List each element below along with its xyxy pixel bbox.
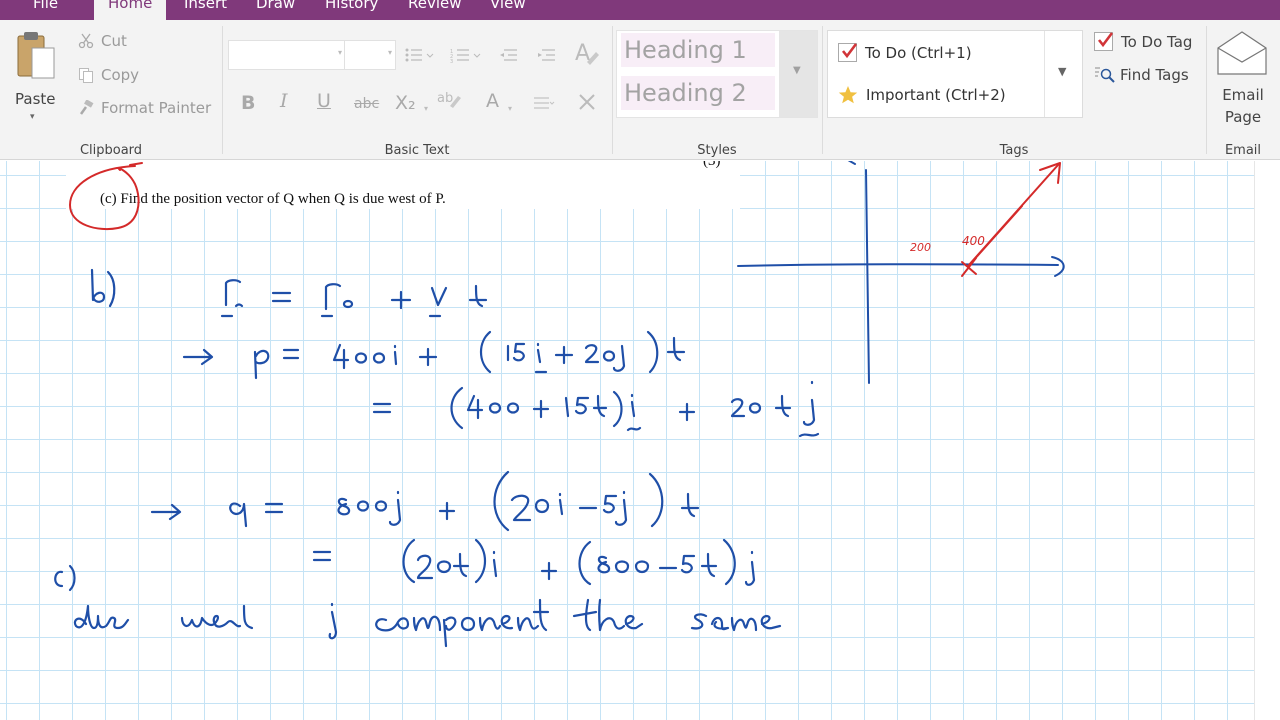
scissors-icon bbox=[77, 32, 95, 50]
checkbox-checked-icon bbox=[1094, 32, 1114, 51]
cut-label: Cut bbox=[101, 32, 127, 50]
email-label-line2: Page bbox=[1224, 108, 1262, 126]
chevron-down-icon: ▼ bbox=[793, 65, 801, 76]
handwritten-ink: 200 400 bbox=[54, 161, 1065, 648]
email-group-label: Email bbox=[1224, 143, 1262, 158]
tag-important[interactable]: Important (Ctrl+2) bbox=[838, 85, 1006, 105]
font-color-button[interactable]: A bbox=[486, 90, 499, 112]
italic-button[interactable]: I bbox=[280, 90, 288, 112]
tags-group: To Do (Ctrl+1) Important (Ctrl+2) ▼ To D… bbox=[822, 20, 1206, 160]
align-icon[interactable] bbox=[533, 95, 555, 111]
blue-handwriting-ink bbox=[54, 268, 820, 648]
graph-label-200: 200 bbox=[910, 241, 931, 254]
clipboard-group: Paste ▾ Cut Copy Format Painter Clipboar… bbox=[0, 20, 222, 160]
page-right-margin bbox=[1254, 161, 1280, 720]
bullets-icon[interactable] bbox=[404, 47, 434, 63]
tab-review[interactable]: Review bbox=[394, 0, 476, 20]
tab-view[interactable]: View bbox=[476, 0, 540, 20]
chevron-down-icon[interactable]: ▾ bbox=[508, 104, 512, 113]
ribbon: Paste ▾ Cut Copy Format Painter Clipboar… bbox=[0, 20, 1280, 160]
clipboard-group-label: Clipboard bbox=[79, 143, 143, 158]
axes-ink bbox=[737, 161, 1065, 384]
basic-text-group-label: Basic Text bbox=[384, 143, 450, 158]
find-tags-label: Find Tags bbox=[1120, 66, 1189, 84]
tag-todo[interactable]: To Do (Ctrl+1) bbox=[838, 43, 972, 62]
close-icon[interactable] bbox=[577, 92, 597, 112]
style-heading-2[interactable]: Heading 2 bbox=[621, 76, 775, 110]
copy-label: Copy bbox=[101, 66, 140, 84]
increase-indent-icon[interactable] bbox=[536, 47, 556, 63]
cut-button[interactable]: Cut bbox=[77, 32, 127, 50]
basic-text-group: ▾ ▾ 123 A B I U abc X₂ ▾ ab A ▾ Basic Te… bbox=[222, 20, 612, 160]
strikethrough-button[interactable]: abc bbox=[354, 96, 379, 112]
email-page-label: Email Page bbox=[1210, 84, 1276, 128]
format-painter-label: Format Painter bbox=[101, 99, 212, 117]
underline-button[interactable]: U bbox=[317, 90, 331, 112]
find-tags-button[interactable]: Find Tags bbox=[1094, 66, 1189, 84]
tags-group-label: Tags bbox=[999, 143, 1029, 158]
decrease-indent-icon[interactable] bbox=[498, 47, 518, 63]
ribbon-tab-bar: File Home Insert Draw History Review Vie… bbox=[0, 0, 1280, 20]
search-icon bbox=[1095, 67, 1115, 83]
email-group: Email Page Email bbox=[1206, 20, 1280, 160]
tab-file[interactable]: File bbox=[19, 0, 72, 20]
numbering-icon[interactable]: 123 bbox=[450, 47, 482, 63]
copy-button[interactable]: Copy bbox=[77, 66, 139, 84]
paintbrush-icon bbox=[77, 99, 95, 117]
chevron-down-icon[interactable]: ▾ bbox=[424, 104, 428, 113]
styles-group: Heading 1 Heading 2 ▼ Styles bbox=[612, 20, 822, 160]
paste-button[interactable]: Paste ▾ bbox=[10, 28, 60, 122]
svg-text:ab: ab bbox=[437, 91, 453, 106]
copy-icon bbox=[77, 66, 95, 84]
paste-label: Paste bbox=[15, 90, 56, 108]
chevron-down-icon: ▾ bbox=[337, 48, 342, 57]
font-family-combo[interactable]: ▾ bbox=[228, 40, 346, 70]
tab-insert[interactable]: Insert bbox=[170, 0, 241, 20]
graph-label-400: 400 bbox=[962, 234, 985, 248]
red-circle-ink bbox=[69, 162, 143, 231]
star-icon bbox=[838, 86, 858, 104]
envelope-icon bbox=[1217, 31, 1267, 75]
chevron-down-icon: ▼ bbox=[1058, 65, 1067, 78]
font-size-combo[interactable]: ▾ bbox=[344, 40, 396, 70]
todo-tag-label: To Do Tag bbox=[1121, 32, 1193, 51]
clipboard-icon bbox=[17, 32, 55, 79]
subscript-button[interactable]: X₂ bbox=[395, 92, 416, 114]
format-painter-button[interactable]: Format Painter bbox=[77, 99, 211, 117]
checkbox-checked-icon bbox=[838, 43, 858, 62]
tab-home[interactable]: Home bbox=[94, 0, 167, 20]
styles-more-button[interactable]: ▼ bbox=[779, 31, 817, 117]
svg-text:3: 3 bbox=[450, 59, 453, 63]
tags-more-button[interactable]: ▼ bbox=[1044, 31, 1082, 117]
bold-button[interactable]: B bbox=[241, 92, 255, 114]
email-page-button[interactable]: Email Page bbox=[1210, 26, 1276, 130]
tag-todo-label: To Do (Ctrl+1) bbox=[865, 43, 972, 62]
todo-tag-button[interactable]: To Do Tag bbox=[1094, 32, 1192, 51]
paste-dropdown-icon[interactable]: ▾ bbox=[30, 112, 35, 122]
tab-history[interactable]: History bbox=[311, 0, 392, 20]
note-page[interactable]: (c) Find the position vector of Q when Q… bbox=[0, 161, 1280, 720]
chevron-down-icon: ▾ bbox=[387, 48, 392, 57]
onenote-window: File Home Insert Draw History Review Vie… bbox=[0, 0, 1280, 720]
styles-group-label: Styles bbox=[697, 143, 737, 158]
tag-important-label: Important (Ctrl+2) bbox=[866, 86, 1006, 104]
tags-gallery: To Do (Ctrl+1) Important (Ctrl+2) ▼ bbox=[827, 30, 1083, 118]
email-label-line1: Email bbox=[1222, 86, 1264, 104]
highlighter-icon[interactable]: ab bbox=[436, 88, 466, 112]
vector-arrow-ink bbox=[961, 162, 1061, 277]
clear-formatting-icon[interactable]: A bbox=[574, 40, 600, 68]
style-heading-1[interactable]: Heading 1 bbox=[621, 33, 775, 67]
styles-gallery: Heading 1 Heading 2 ▼ bbox=[616, 30, 818, 118]
tab-draw[interactable]: Draw bbox=[242, 0, 309, 20]
